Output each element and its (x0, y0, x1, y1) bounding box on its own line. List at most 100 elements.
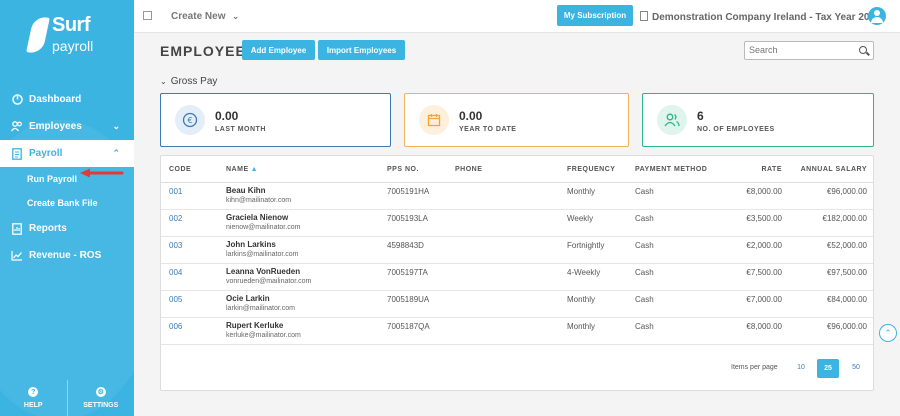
dashboard-icon (11, 94, 23, 106)
cell-email: vonrueden@mailinator.com (226, 278, 312, 285)
gear-icon: ⚙ (95, 387, 106, 397)
cell-frequency: 4-Weekly (567, 268, 601, 277)
sidebar-item-employees[interactable]: Employees ⌄ (0, 113, 134, 140)
scroll-to-top-icon[interactable]: ⌃ (879, 324, 897, 342)
cell-payment-method: Cash (635, 241, 654, 250)
company-selector[interactable]: Demonstration Company Ireland - Tax Year… (640, 11, 881, 23)
column-header-payment-method[interactable]: PAYMENT METHOD (635, 166, 707, 173)
cell-code[interactable]: 004 (169, 268, 182, 277)
user-avatar-icon[interactable] (868, 7, 886, 25)
column-header-code[interactable]: CODE (169, 166, 191, 173)
cell-frequency: Fortnightly (567, 241, 605, 250)
card-last-month: € 0.00 LAST MONTH (160, 93, 391, 147)
add-employee-button[interactable]: Add Employee (242, 40, 315, 60)
table-row[interactable]: 005 Ocie Larkin larkin@mailinator.com 70… (161, 291, 873, 318)
table-row[interactable]: 001 Beau Kihn kihn@mailinator.com 700519… (161, 183, 873, 210)
table-row[interactable]: 003 John Larkins larkins@mailinator.com … (161, 237, 873, 264)
cell-payment-method: Cash (635, 214, 654, 223)
page-size-50[interactable]: 50 (845, 358, 867, 377)
page-size-25[interactable]: 25 (817, 359, 839, 378)
sidebar-item-label: Run Payroll (27, 174, 78, 184)
euro-icon-circle: € (175, 105, 205, 135)
create-new-label: Create New (171, 11, 226, 22)
card-label: NO. OF EMPLOYEES (697, 126, 775, 133)
cell-name: Leanna VonRueden (226, 267, 301, 276)
cell-code[interactable]: 006 (169, 322, 182, 331)
cell-rate: €7,000.00 (746, 295, 782, 304)
cell-payment-method: Cash (635, 295, 654, 304)
cell-email: larkins@mailinator.com (226, 251, 299, 258)
sidebar-item-label: Reports (29, 223, 67, 234)
cell-code[interactable]: 005 (169, 295, 182, 304)
cell-pps: 4598843D (387, 241, 424, 250)
page-size-10[interactable]: 10 (790, 358, 812, 377)
cell-code[interactable]: 003 (169, 241, 182, 250)
search-icon[interactable] (859, 46, 867, 54)
chevron-down-icon: ⌄ (160, 77, 167, 86)
search-input[interactable] (749, 42, 854, 58)
gross-pay-toggle[interactable]: ⌄ Gross Pay (160, 76, 217, 87)
sidebar-item-payroll[interactable]: Payroll ⌃ (0, 140, 134, 167)
column-header-phone[interactable]: PHONE (455, 166, 482, 173)
cell-frequency: Monthly (567, 295, 596, 304)
sidebar-item-reports[interactable]: Reports (0, 215, 134, 242)
help-button[interactable]: ? HELP (0, 380, 68, 416)
card-value: 0.00 (215, 109, 239, 123)
surf-payroll-logo[interactable]: Surf payroll (26, 14, 110, 60)
cell-payment-method: Cash (635, 322, 654, 331)
cell-rate: €2,000.00 (746, 241, 782, 250)
cell-code[interactable]: 001 (169, 187, 182, 196)
settings-button[interactable]: ⚙ SETTINGS (68, 380, 135, 416)
svg-text:€: € (187, 116, 192, 125)
users-icon (11, 121, 23, 133)
cell-payment-method: Cash (635, 187, 654, 196)
employees-table: CODE NAME ▲ PPS NO. PHONE FREQUENCY PAYME… (160, 155, 874, 391)
cell-code[interactable]: 002 (169, 214, 182, 223)
cell-name: John Larkins (226, 240, 276, 249)
import-employees-button[interactable]: Import Employees (318, 40, 405, 60)
cell-pps: 7005187QA (387, 322, 430, 331)
card-value: 0.00 (459, 109, 483, 123)
cell-name: Beau Kihn (226, 186, 266, 195)
create-new-dropdown[interactable]: Create New ⌄ (171, 11, 239, 22)
cell-pps: 7005191HA (387, 187, 430, 196)
sidebar-item-dashboard[interactable]: Dashboard (0, 86, 134, 113)
cell-name: Ocie Larkin (226, 294, 270, 303)
cell-frequency: Monthly (567, 322, 596, 331)
column-header-rate[interactable]: RATE (761, 166, 782, 173)
cell-name: Graciela Nienow (226, 213, 289, 222)
column-header-name[interactable]: NAME ▲ (226, 166, 258, 173)
sidebar-item-label: Dashboard (29, 94, 82, 105)
cell-pps: 7005193LA (387, 214, 428, 223)
table-row[interactable]: 006 Rupert Kerluke kerluke@mailinator.co… (161, 318, 873, 345)
column-header-frequency[interactable]: FREQUENCY (567, 166, 615, 173)
table-row[interactable]: 004 Leanna VonRueden vonrueden@mailinato… (161, 264, 873, 291)
column-header-pps[interactable]: PPS NO. (387, 166, 419, 173)
chevron-up-icon: ⌃ (112, 148, 120, 158)
gross-pay-label: Gross Pay (170, 76, 218, 87)
table-row[interactable]: 002 Graciela Nienow nienow@mailinator.co… (161, 210, 873, 237)
cell-annual-salary: €96,000.00 (826, 187, 867, 196)
document-icon (11, 147, 23, 160)
sidebar: Surf payroll Dashboard Employees ⌄ Payro… (0, 0, 134, 416)
red-arrow-annotation (80, 168, 124, 178)
my-subscription-button[interactable]: My Subscription (557, 5, 633, 26)
sidebar-item-revenue-ros[interactable]: Revenue - ROS (0, 242, 134, 269)
sidebar-subitem-create-bank-file[interactable]: Create Bank File (0, 191, 134, 215)
cell-email: larkin@mailinator.com (226, 305, 295, 312)
cell-frequency: Monthly (567, 187, 596, 196)
cell-annual-salary: €96,000.00 (826, 322, 867, 331)
column-header-annual-salary[interactable]: ANNUAL SALARY (791, 166, 867, 173)
column-header-label: NAME (226, 166, 249, 173)
cell-annual-salary: €182,000.00 (822, 214, 868, 223)
card-year-to-date: 0.00 YEAR TO DATE (404, 93, 629, 147)
items-per-page-label: Items per page (731, 364, 778, 371)
sidebar-toggle-icon[interactable] (143, 11, 152, 20)
sidebar-item-label: Payroll (29, 148, 63, 159)
chevron-down-icon: ⌄ (112, 121, 120, 131)
users-icon-circle (657, 105, 687, 135)
settings-label: SETTINGS (83, 402, 119, 409)
search-box (744, 41, 874, 60)
calendar-icon-circle (419, 105, 449, 135)
card-value: 6 (697, 109, 704, 123)
